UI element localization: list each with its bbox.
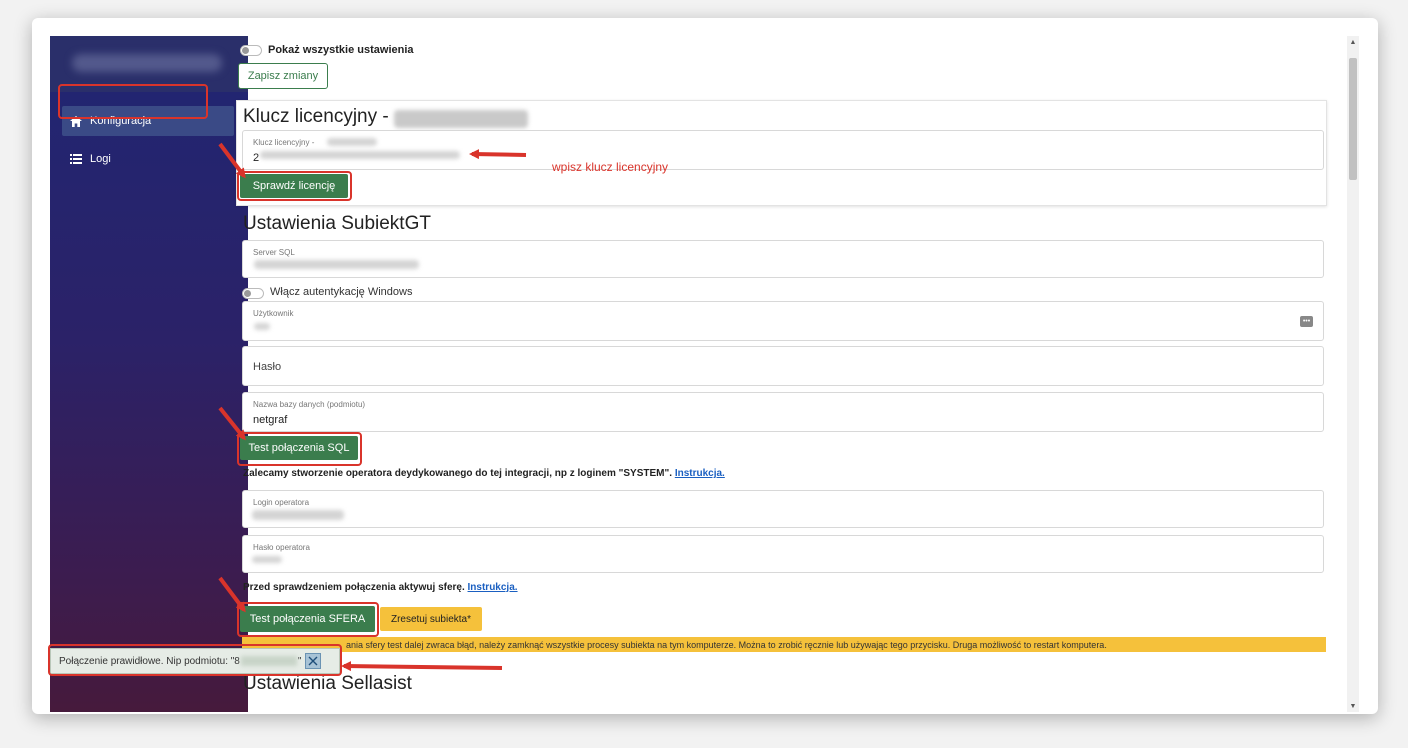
arrow-to-check-license: [218, 142, 246, 179]
arrow-to-license-key: [469, 149, 527, 160]
main-content: Pokaż wszystkie ustawienia Zapisz zmiany…: [32, 18, 1378, 714]
scroll-thumb[interactable]: [1349, 58, 1357, 180]
scroll-up-icon[interactable]: ▲: [1347, 36, 1359, 48]
arrow-to-test-sql: [218, 406, 246, 441]
arrow-to-toast: [341, 661, 503, 672]
scroll-down-icon[interactable]: ▼: [1347, 700, 1359, 712]
app-window: Konfiguracja Logi Pokaż wszystkie ustawi…: [32, 18, 1378, 714]
annotation-arrows: [218, 142, 527, 672]
arrow-to-test-sfera: [218, 576, 246, 613]
page-scrollbar[interactable]: ▲ ▼: [1347, 36, 1359, 712]
